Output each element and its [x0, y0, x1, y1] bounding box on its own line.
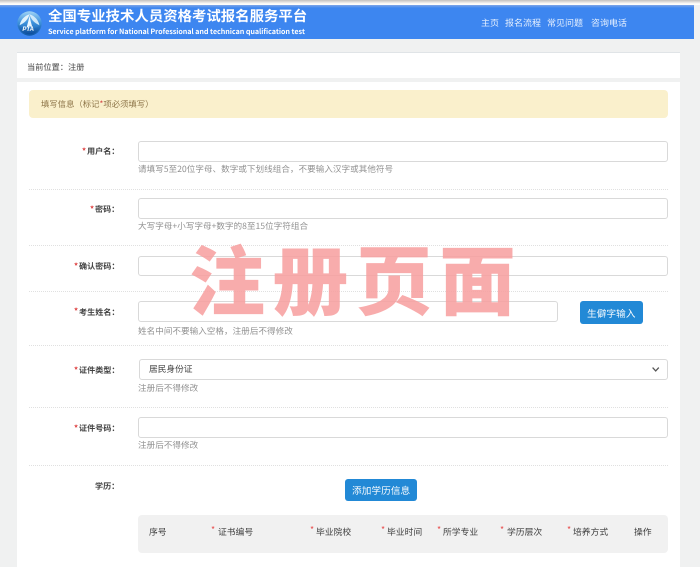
svg-text:PTA: PTA	[23, 27, 35, 33]
